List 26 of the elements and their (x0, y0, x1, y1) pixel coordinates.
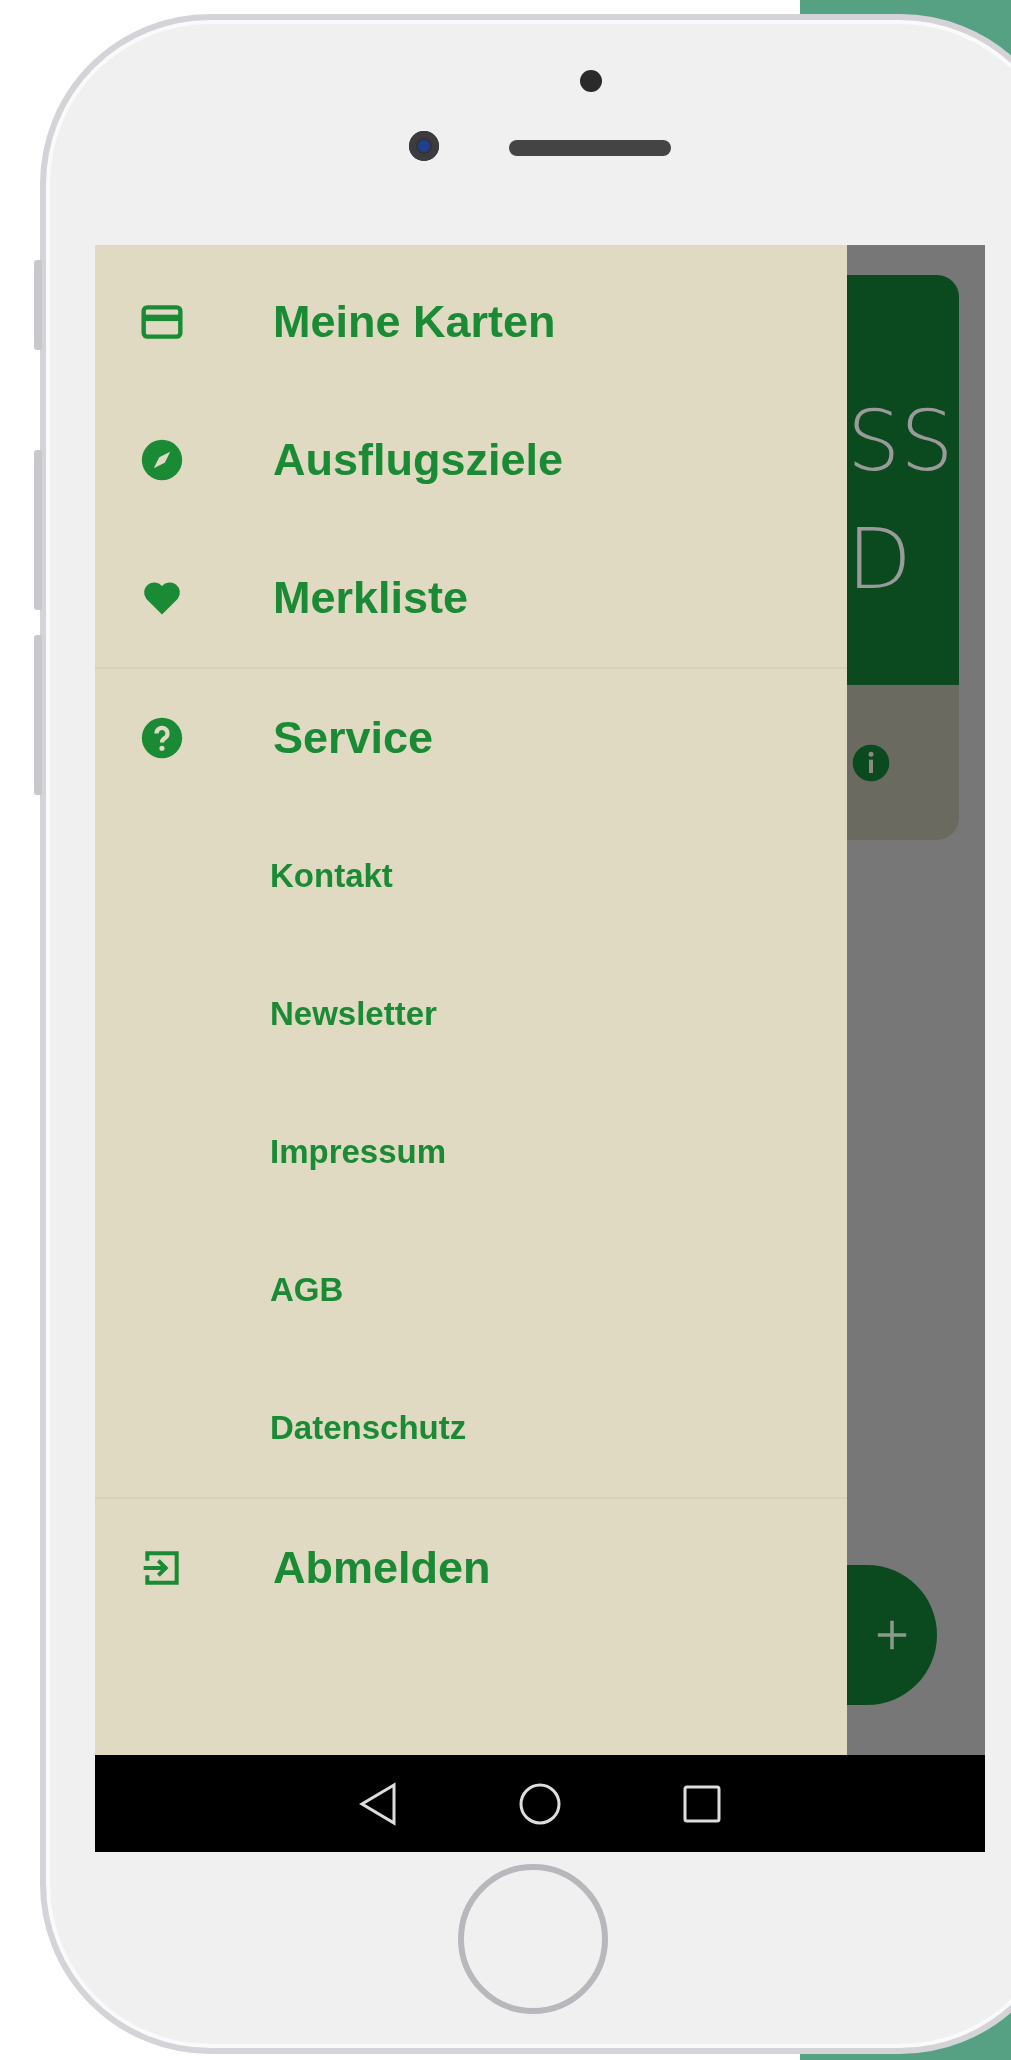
info-icon (851, 742, 891, 783)
card-title: SS (847, 391, 955, 492)
submenu-item[interactable]: Datenschutz (95, 1359, 847, 1497)
home-icon[interactable] (518, 1781, 562, 1826)
menu-item-label: Merkliste (273, 572, 469, 624)
menu-item[interactable]: Ausflugsziele (95, 391, 847, 529)
submenu-item[interactable]: Kontakt (95, 807, 847, 945)
sensor-dot (580, 70, 602, 92)
menu-item-label: Ausflugsziele (273, 434, 564, 486)
card-title: D (847, 509, 913, 610)
plus-icon (875, 1618, 909, 1652)
compass-icon (140, 438, 184, 482)
help-icon (140, 716, 184, 760)
submenu-item[interactable]: Newsletter (95, 945, 847, 1083)
back-icon[interactable] (358, 1781, 398, 1826)
recent-apps-icon[interactable] (682, 1783, 722, 1824)
camera-lens (409, 131, 439, 161)
submenu-item[interactable]: Impressum (95, 1083, 847, 1221)
menu-item[interactable]: Service (95, 669, 847, 807)
menu-item[interactable]: Merkliste (95, 529, 847, 667)
menu-item[interactable]: Meine Karten (95, 253, 847, 391)
menu-item[interactable]: Abmelden (95, 1499, 847, 1637)
menu-item-label: Meine Karten (273, 296, 556, 348)
menu-item-label: Service (273, 712, 434, 764)
submenu-item[interactable]: AGB (95, 1221, 847, 1359)
menu-item-label: Abmelden (273, 1542, 491, 1594)
